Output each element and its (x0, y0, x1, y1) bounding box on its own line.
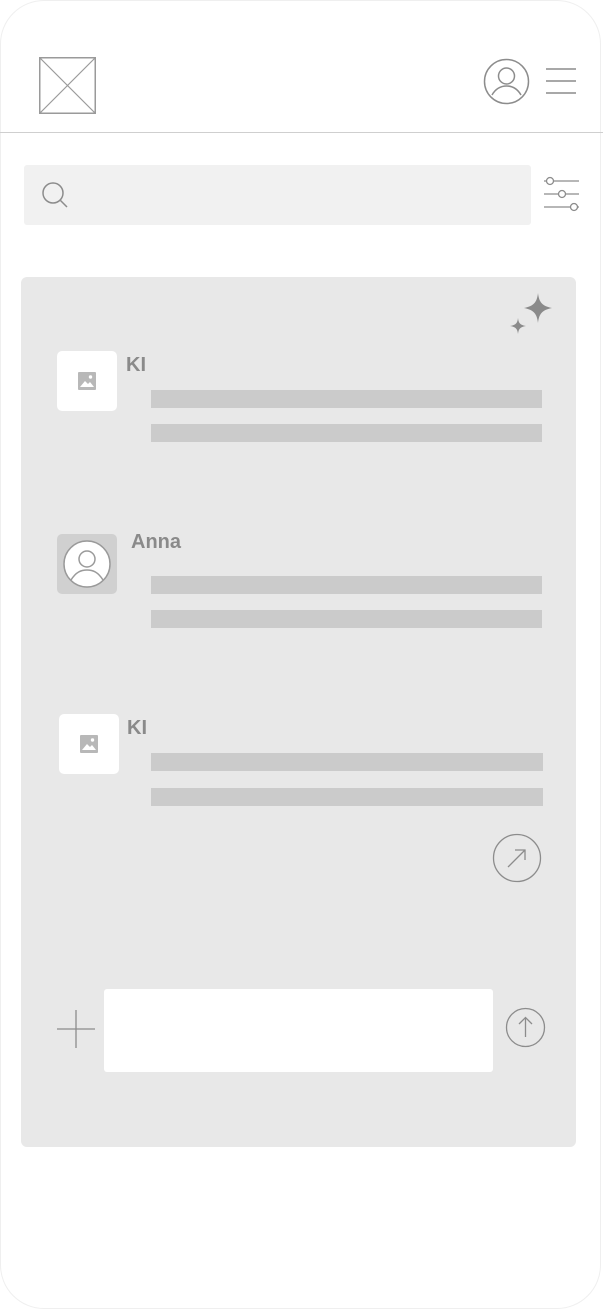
ai-avatar (59, 714, 119, 774)
message-text-placeholder (151, 390, 542, 408)
message-sender: KI (127, 717, 147, 739)
image-icon (80, 735, 98, 753)
user-avatar-icon (63, 540, 111, 588)
image-icon (78, 372, 96, 390)
arrow-up-right-icon[interactable] (492, 833, 542, 883)
message-input[interactable] (104, 989, 493, 1072)
message-sender: Anna (131, 531, 181, 553)
message-text-placeholder (151, 610, 542, 628)
message-sender: KI (126, 354, 146, 376)
message-text-placeholder (151, 788, 543, 806)
app-header (0, 0, 603, 133)
message-text-placeholder (151, 424, 542, 442)
logo-placeholder-icon (39, 57, 96, 114)
message-text-placeholder (151, 753, 543, 771)
plus-icon[interactable] (56, 1009, 96, 1049)
user-profile-icon[interactable] (483, 58, 530, 105)
search-icon (42, 182, 68, 208)
hamburger-menu-icon[interactable] (545, 67, 577, 95)
user-avatar (57, 534, 117, 594)
search-bar[interactable] (24, 165, 531, 227)
message-text-placeholder (151, 576, 542, 594)
filter-sliders-icon[interactable] (544, 176, 579, 212)
ai-avatar (57, 351, 117, 411)
sparkle-icon (510, 293, 552, 334)
send-arrow-up-icon[interactable] (505, 1007, 546, 1048)
search-input[interactable] (80, 165, 524, 227)
